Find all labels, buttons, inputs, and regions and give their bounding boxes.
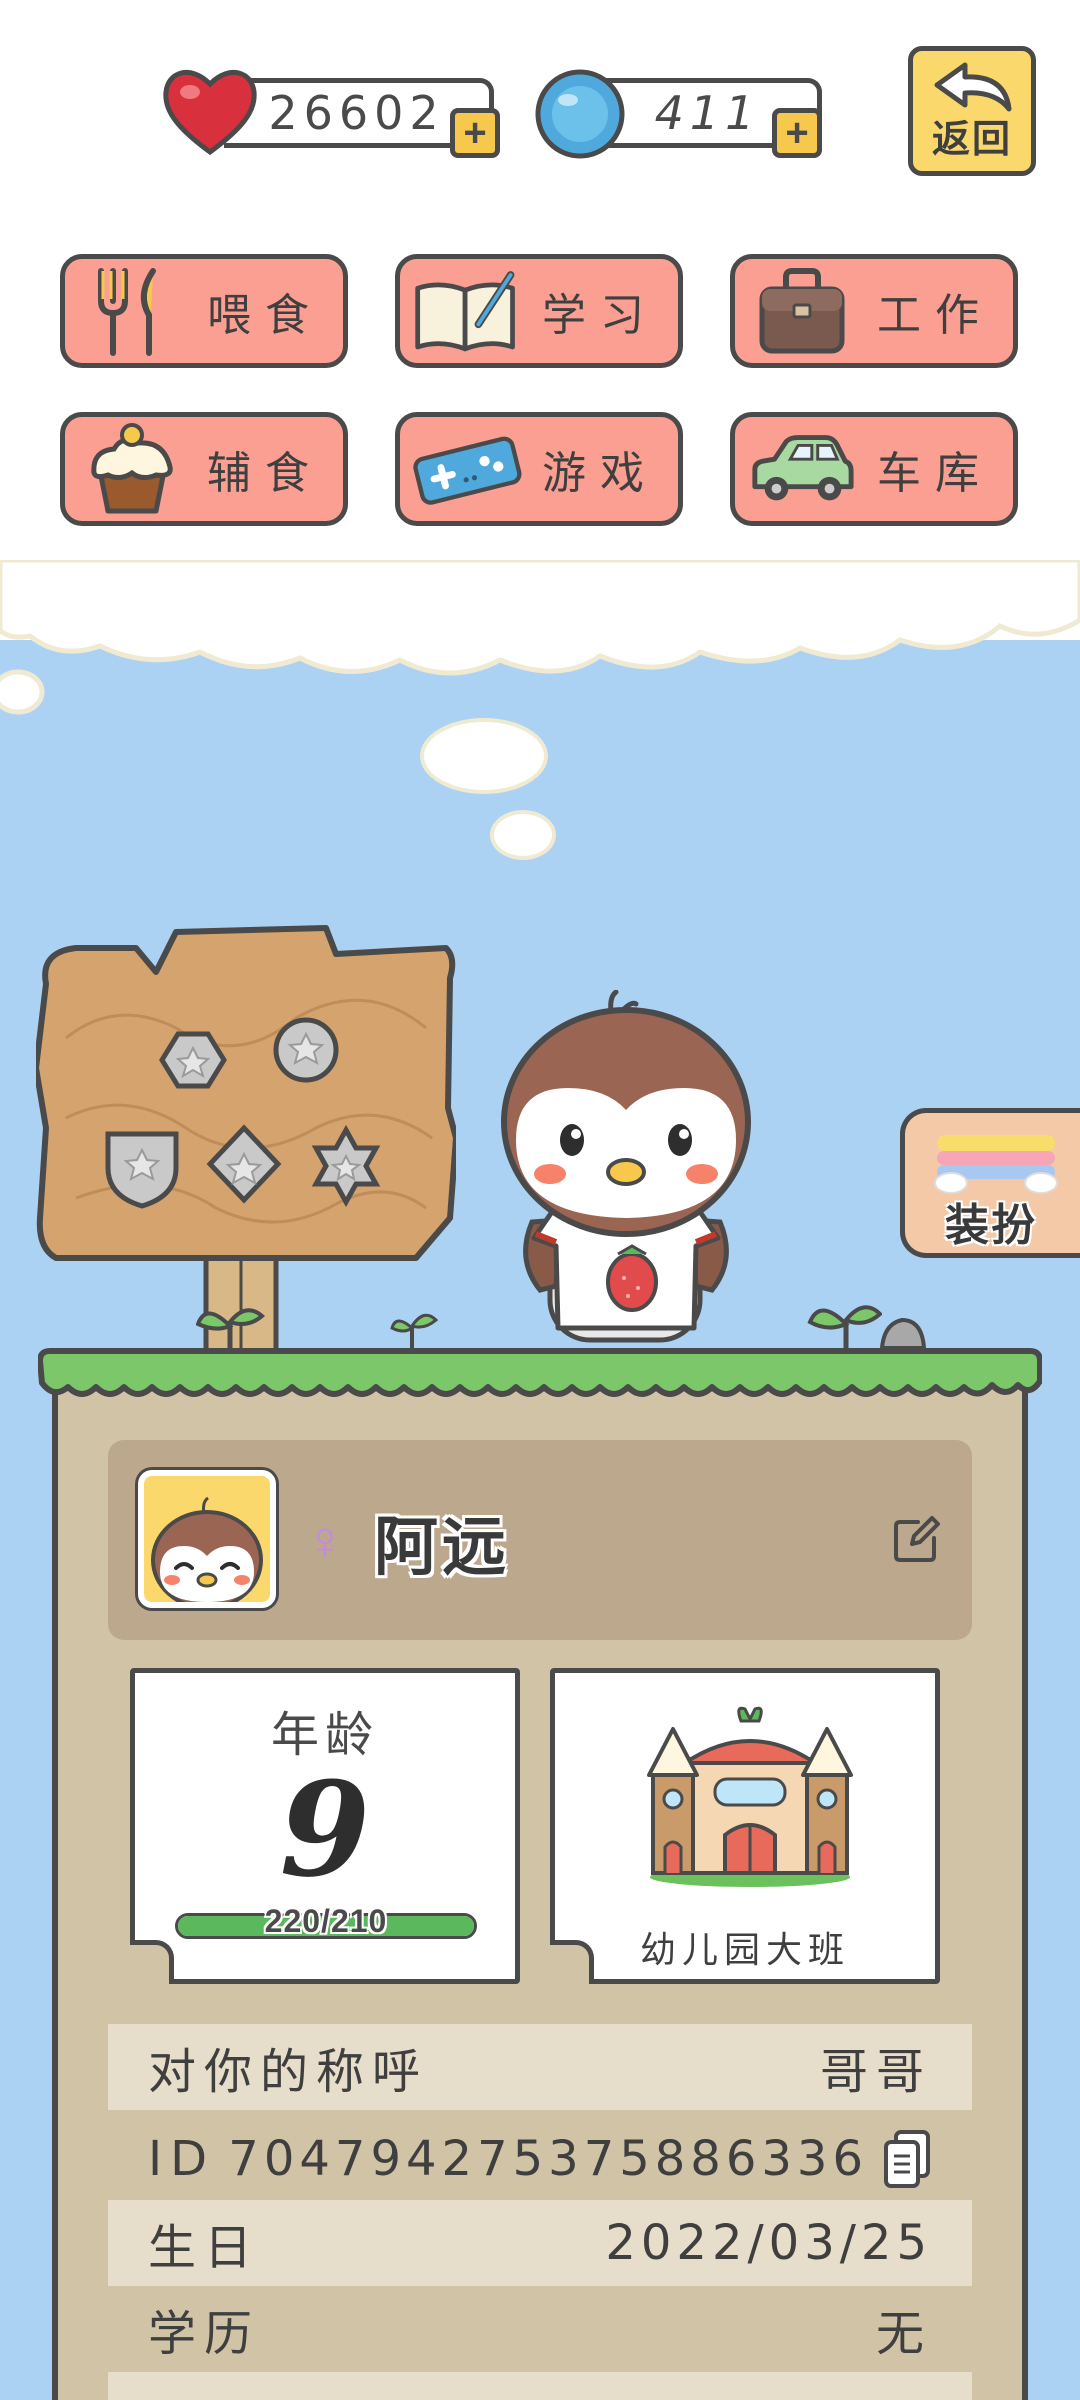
- add-coins-button[interactable]: +: [772, 108, 822, 158]
- dress-up-button[interactable]: 装扮: [900, 1108, 1080, 1258]
- game-button[interactable]: 游戏: [395, 412, 683, 526]
- feed-label: 喂食: [207, 291, 323, 340]
- heart-icon: [163, 70, 257, 156]
- fork-knife-icon: [77, 261, 187, 361]
- grass-ledge: [38, 1348, 1042, 1397]
- sprout-decoration: [390, 1313, 439, 1350]
- heart-count: 26602: [268, 86, 445, 140]
- sprout-decoration: [807, 1305, 882, 1350]
- education-value: 无: [875, 2306, 932, 2362]
- book-icon: [412, 261, 522, 361]
- bottlecap-icon: [535, 69, 625, 159]
- birthday-value: 2022/03/25: [605, 2215, 932, 2271]
- pet-name: 阿远: [374, 1511, 510, 1583]
- feed-button[interactable]: 喂食: [60, 254, 348, 368]
- page-fold: [550, 1940, 594, 1984]
- page-fold: [130, 1940, 174, 1984]
- avatar[interactable]: [138, 1470, 276, 1608]
- sprout-decoration: [196, 1308, 266, 1350]
- school-level: 幼儿园大班: [639, 1929, 850, 1970]
- profile-card: ♀ 阿远: [108, 1440, 972, 1640]
- edit-icon[interactable]: [892, 1514, 942, 1564]
- work-button[interactable]: 工作: [730, 254, 1018, 368]
- game-label: 游戏: [542, 449, 658, 498]
- age-progress-text: 220/210: [264, 1903, 388, 1939]
- back-label: 返回: [931, 119, 1012, 161]
- back-button[interactable]: 返回: [908, 46, 1036, 176]
- study-label: 学习: [542, 291, 658, 340]
- coin-count: 411: [654, 86, 761, 140]
- thought-bubble-large: [420, 718, 548, 794]
- snack-label: 辅食: [207, 449, 323, 498]
- thought-bubble-small: [490, 810, 556, 860]
- birthday-row: 生日 2022/03/25: [108, 2200, 972, 2286]
- back-arrow-icon: [934, 62, 1012, 112]
- work-label: 工作: [877, 291, 993, 340]
- gender-symbol: ♀: [304, 1509, 346, 1572]
- briefcase-icon: [747, 261, 857, 361]
- school-card[interactable]: 幼儿园大班: [550, 1668, 940, 1984]
- kindergarten-icon: [647, 1706, 853, 1887]
- penguin-pet[interactable]: [496, 990, 756, 1380]
- id-label: ID: [148, 2131, 216, 2187]
- address-value: 哥哥: [819, 2044, 932, 2100]
- add-hearts-button[interactable]: +: [450, 108, 500, 158]
- copy-icon[interactable]: [882, 2128, 932, 2190]
- rainbow-icon: [934, 1135, 1058, 1194]
- study-button[interactable]: 学习: [395, 254, 683, 368]
- address-label: 对你的称呼: [148, 2046, 429, 2099]
- age-value: 9: [279, 1753, 371, 1906]
- garage-button[interactable]: 车库: [730, 412, 1018, 526]
- cupcake-icon: [77, 419, 187, 519]
- education-label: 学历: [148, 2308, 261, 2361]
- car-icon: [747, 419, 857, 519]
- education-row: 学历 无: [108, 2286, 972, 2372]
- gamepad-icon: [412, 419, 522, 519]
- garage-label: 车库: [877, 449, 993, 498]
- info-row-partial: [108, 2372, 972, 2400]
- cloud-edge: [0, 560, 1080, 715]
- birthday-label: 生日: [148, 2222, 261, 2275]
- id-row: ID 704794275375886336: [108, 2116, 972, 2202]
- age-card: 年龄 9 220/210: [130, 1668, 520, 1984]
- dress-up-label: 装扮: [945, 1201, 1037, 1250]
- id-value: 704794275375886336: [228, 2131, 868, 2187]
- address-row[interactable]: 对你的称呼 哥哥: [108, 2024, 972, 2110]
- snack-button[interactable]: 辅食: [60, 412, 348, 526]
- achievement-signboard[interactable]: [36, 918, 456, 1358]
